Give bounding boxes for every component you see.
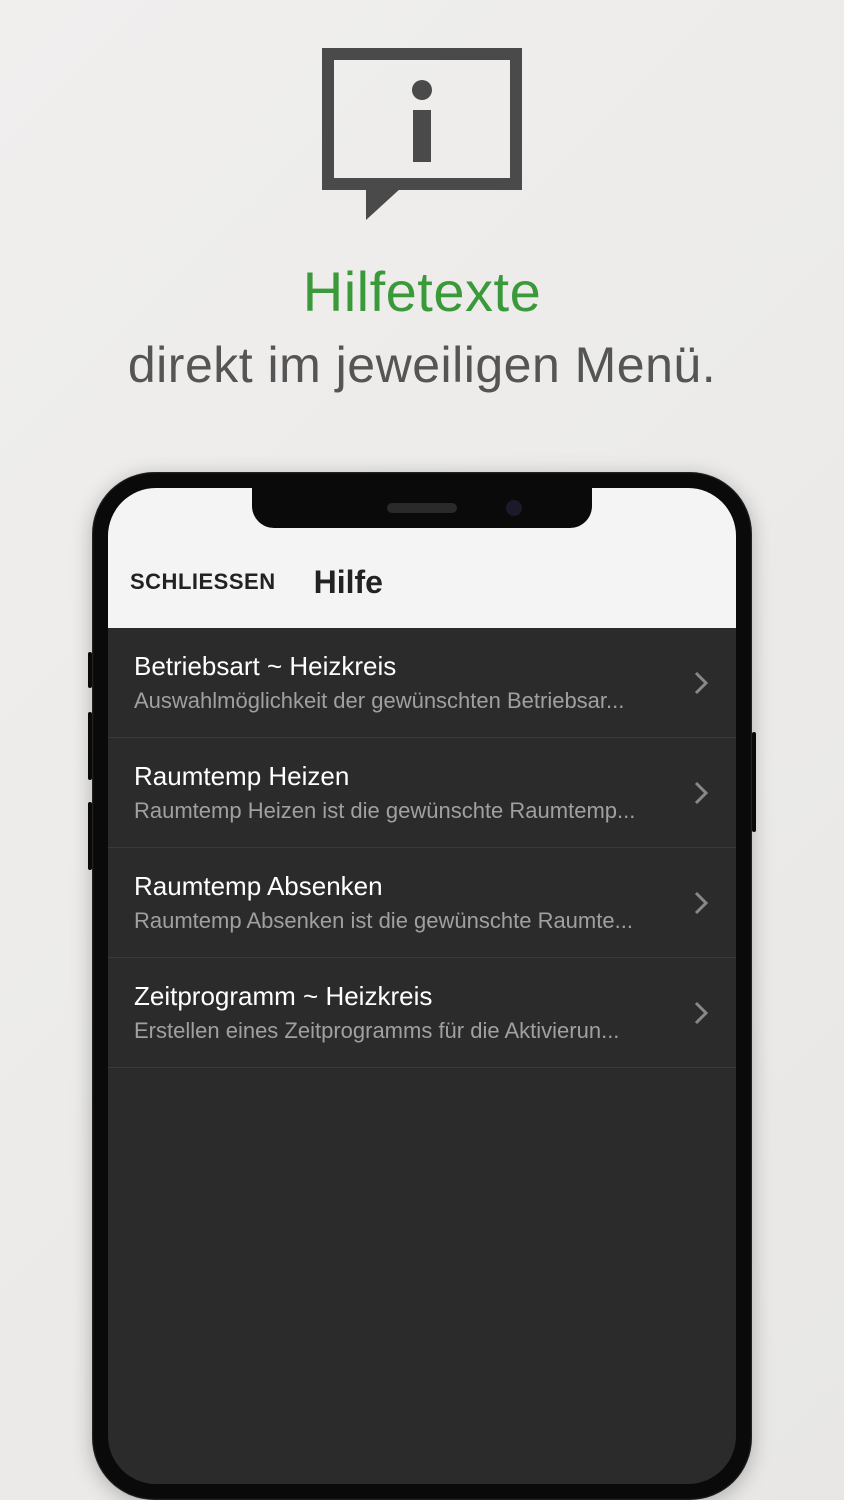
chevron-right-icon [692, 779, 710, 807]
list-item[interactable]: Raumtemp Heizen Raumtemp Heizen ist die … [108, 738, 736, 848]
phone-side-button [752, 732, 756, 832]
phone-frame: SCHLIESSEN Hilfe Betriebsart ~ Heizkreis… [92, 472, 752, 1500]
list-item-title: Betriebsart ~ Heizkreis [134, 651, 680, 682]
phone-screen: SCHLIESSEN Hilfe Betriebsart ~ Heizkreis… [108, 488, 736, 1484]
phone-side-button [88, 712, 92, 780]
list-item-subtitle: Auswahlmöglichkeit der gewünschten Betri… [134, 688, 680, 714]
list-item-content: Raumtemp Absenken Raumtemp Absenken ist … [134, 871, 692, 934]
list-item[interactable]: Raumtemp Absenken Raumtemp Absenken ist … [108, 848, 736, 958]
list-item-subtitle: Erstellen eines Zeitprogramms für die Ak… [134, 1018, 680, 1044]
phone-notch [252, 488, 592, 528]
page-title: Hilfe [314, 564, 383, 601]
list-item[interactable]: Betriebsart ~ Heizkreis Auswahlmöglichke… [108, 628, 736, 738]
list-item-content: Zeitprogramm ~ Heizkreis Erstellen eines… [134, 981, 692, 1044]
list-item[interactable]: Zeitprogramm ~ Heizkreis Erstellen eines… [108, 958, 736, 1068]
list-item-subtitle: Raumtemp Absenken ist die gewünschte Rau… [134, 908, 680, 934]
list-item-content: Raumtemp Heizen Raumtemp Heizen ist die … [134, 761, 692, 824]
hero-subtitle: direkt im jeweiligen Menü. [128, 336, 716, 394]
phone-side-button [88, 652, 92, 688]
list-item-title: Raumtemp Heizen [134, 761, 680, 792]
phone-speaker [387, 503, 457, 513]
help-list: Betriebsart ~ Heizkreis Auswahlmöglichke… [108, 628, 736, 1068]
list-item-subtitle: Raumtemp Heizen ist die gewünschte Raumt… [134, 798, 680, 824]
list-item-title: Zeitprogramm ~ Heizkreis [134, 981, 680, 1012]
close-button[interactable]: SCHLIESSEN [130, 569, 276, 595]
chevron-right-icon [692, 889, 710, 917]
chevron-right-icon [692, 669, 710, 697]
chevron-right-icon [692, 999, 710, 1027]
info-speech-bubble-icon [322, 48, 522, 231]
list-item-content: Betriebsart ~ Heizkreis Auswahlmöglichke… [134, 651, 692, 714]
hero-title: Hilfetexte [303, 259, 541, 324]
phone-camera [506, 500, 522, 516]
list-item-title: Raumtemp Absenken [134, 871, 680, 902]
phone-side-button [88, 802, 92, 870]
